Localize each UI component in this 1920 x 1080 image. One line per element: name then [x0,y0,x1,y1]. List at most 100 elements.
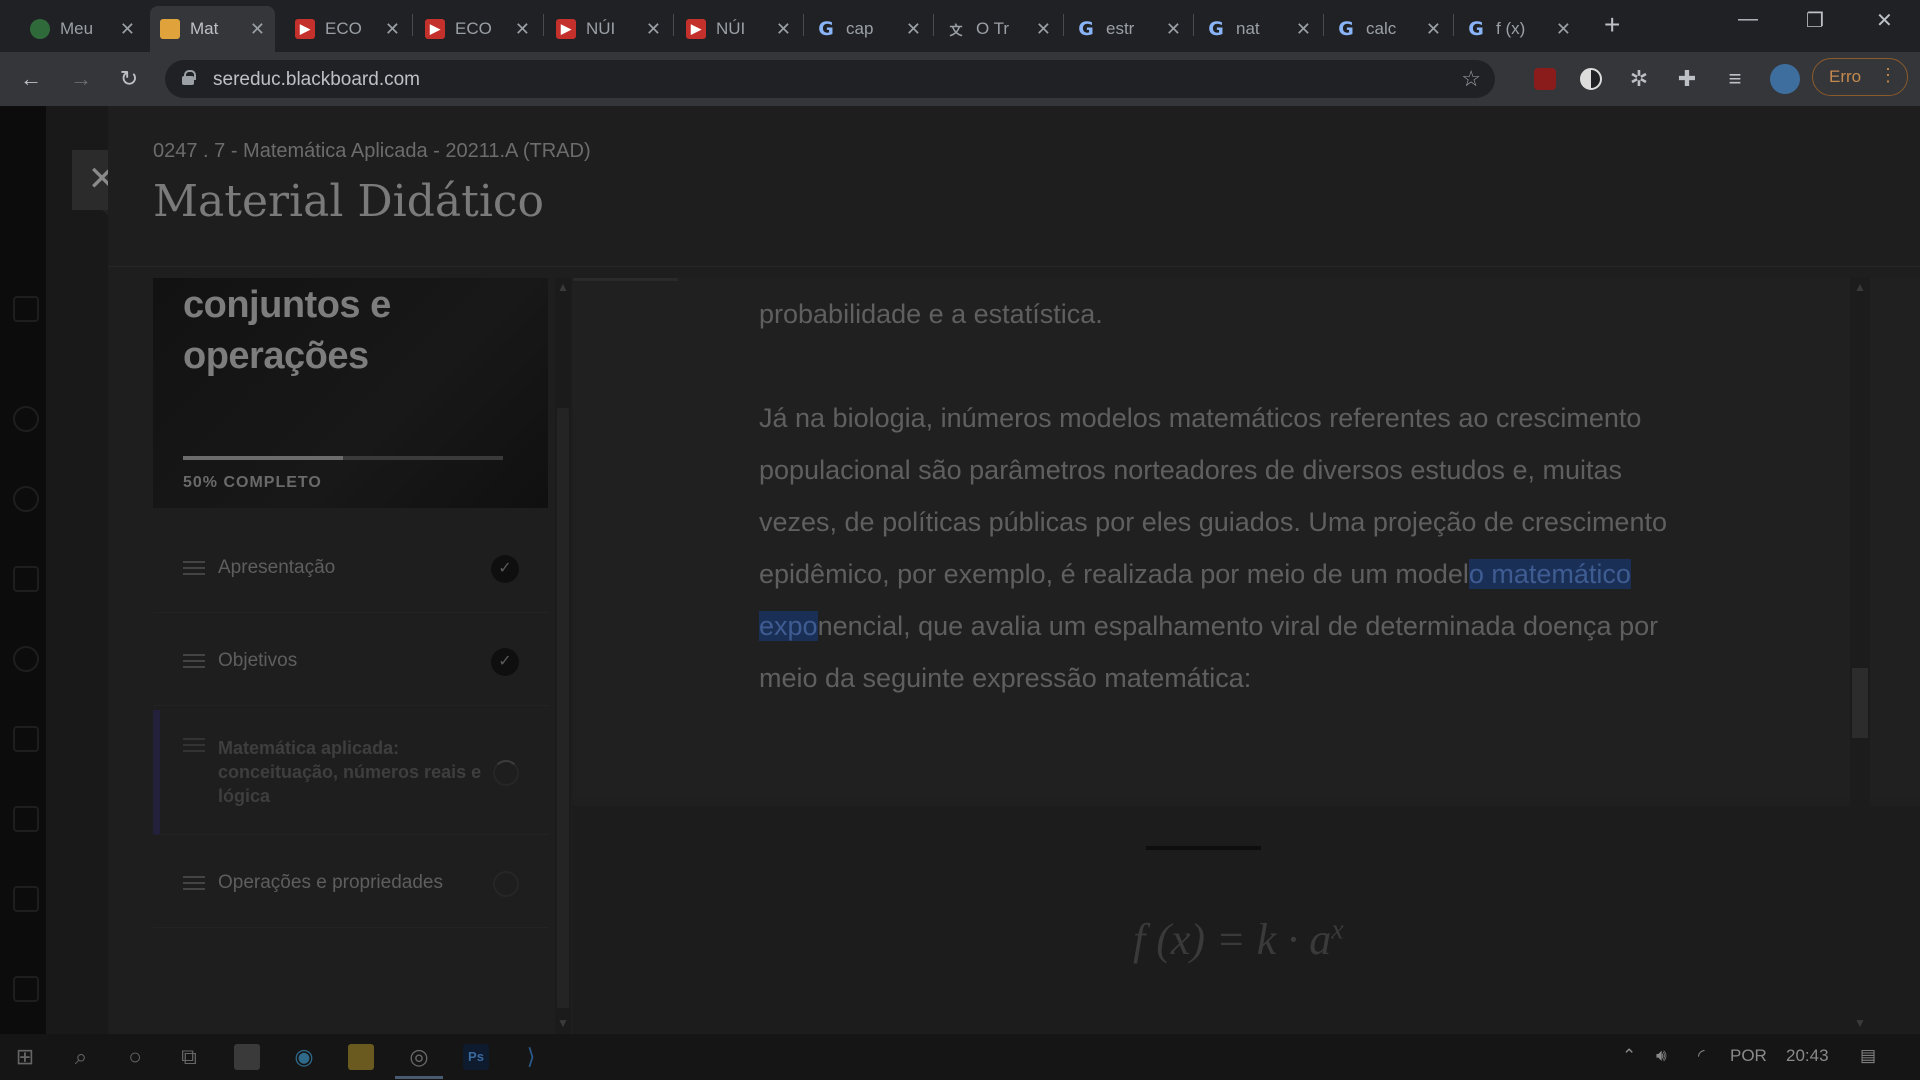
app-icon[interactable] [234,1044,260,1070]
file-explorer-icon[interactable] [348,1044,374,1070]
content-scroll-thumb[interactable] [1852,668,1868,738]
tab-separator [803,14,804,36]
notifications-icon[interactable]: ▤ [1860,1046,1876,1066]
sidebar-scrollbar[interactable]: ▲ ▼ [555,278,571,1034]
new-tab-button[interactable]: + [1604,10,1620,40]
globe-icon[interactable] [13,486,39,512]
check-icon: ✓ [491,648,519,676]
header-divider [108,266,1920,267]
tab-separator [1063,14,1064,36]
close-tab-icon[interactable]: ✕ [120,19,135,40]
overlay-gutter [46,106,108,1034]
url-text: sereduc.blackboard.com [213,69,420,90]
lesson-item[interactable]: Objetivos ✓ [153,616,548,706]
close-tab-icon[interactable]: ✕ [250,19,265,40]
search-icon[interactable]: ⌕ [68,1044,94,1070]
lesson-item-current[interactable]: Matemática aplicada: conceituação, númer… [153,710,548,835]
more-menu-icon[interactable]: ⋮ [1879,65,1897,86]
scroll-up-icon[interactable]: ▲ [557,280,569,294]
shield-extension-icon[interactable] [1534,68,1556,90]
close-tab-icon[interactable]: ✕ [385,19,400,40]
browser-tab[interactable]: 文 O Tr ✕ [936,6,1061,52]
volume-icon[interactable]: 🔊︎ [1656,1046,1667,1066]
lesson-list-icon [183,738,205,754]
close-tab-icon[interactable]: ✕ [1426,19,1441,40]
browser-tab[interactable]: G estr ✕ [1066,6,1191,52]
forward-icon[interactable]: → [68,66,94,92]
google-icon: G [818,18,834,40]
google-icon: G [1078,18,1094,40]
tab-separator [543,14,544,36]
avatar[interactable] [1770,64,1800,94]
lesson-item[interactable]: Operações e propriedades [153,838,548,928]
input-language[interactable]: POR [1730,1046,1767,1066]
browser-tab[interactable]: G nat ✕ [1196,6,1321,52]
translate-icon: 文 [949,22,963,38]
task-view-icon[interactable]: ⧉ [176,1044,202,1070]
close-tab-icon[interactable]: ✕ [1296,19,1311,40]
courses-icon[interactable] [13,566,39,592]
browser-tab[interactable]: G calc ✕ [1326,6,1451,52]
browser-tab[interactable]: ▶ ECO ✕ [415,6,540,52]
lesson-item-label: Matemática aplicada: conceituação, númer… [218,738,482,806]
edge-icon[interactable]: ◉ [291,1044,317,1070]
course-breadcrumb[interactable]: 0247 . 7 - Matemática Aplicada - 20211.A… [153,140,591,163]
tab-separator [1193,14,1194,36]
dark-mode-extension-icon[interactable] [1580,68,1602,90]
browser-tab-active[interactable]: Mat ✕ [150,6,275,52]
edit-icon[interactable] [13,976,39,1002]
close-tab-icon[interactable]: ✕ [646,19,661,40]
tab-separator [933,14,934,36]
tray-overflow-icon[interactable]: ⌃ [1622,1046,1636,1066]
chrome-icon[interactable]: ◎ [406,1044,432,1070]
clock[interactable]: 20:43 [1786,1046,1829,1066]
lesson-list-icon [183,561,205,577]
extension-icon[interactable]: ✲ [1626,66,1652,92]
photoshop-icon[interactable]: Ps [463,1044,489,1070]
address-bar[interactable]: sereduc.blackboard.com ☆ [165,60,1495,98]
grades-icon[interactable] [13,886,39,912]
sidebar-scroll-thumb[interactable] [557,408,569,1008]
profile-error-button[interactable]: Erro ⋮ [1812,58,1908,96]
lesson-item[interactable]: Apresentação ✓ [153,523,548,613]
minimize-icon[interactable]: — [1738,8,1758,31]
close-window-icon[interactable]: ✕ [1876,8,1893,33]
network-icon[interactable]: ◜ [1698,1046,1705,1066]
bookmark-star-icon[interactable]: ☆ [1461,66,1481,92]
close-tab-icon[interactable]: ✕ [1166,19,1181,40]
scroll-down-icon[interactable]: ▼ [1854,1016,1866,1030]
close-tab-icon[interactable]: ✕ [1036,19,1051,40]
check-icon: ✓ [491,555,519,583]
browser-tab[interactable]: ▶ NÚI ✕ [546,6,671,52]
media-queue-icon[interactable]: ≡ [1722,66,1748,92]
close-tab-icon[interactable]: ✕ [906,19,921,40]
profile-icon[interactable] [13,406,39,432]
tab-separator [1453,14,1454,36]
browser-tab[interactable]: G f (x) ✕ [1456,6,1581,52]
browser-tab[interactable]: Meu ✕ [20,6,145,52]
reload-icon[interactable]: ↻ [116,66,142,92]
scroll-up-icon[interactable]: ▲ [1854,280,1866,294]
groups-icon[interactable] [13,646,39,672]
institution-icon[interactable] [13,296,39,322]
close-tab-icon[interactable]: ✕ [1556,19,1571,40]
vscode-icon[interactable]: ⟩ [518,1044,544,1070]
browser-tab[interactable]: G cap ✕ [806,6,931,52]
cortana-icon[interactable]: ○ [122,1044,148,1070]
lesson-item-label: Apresentação [218,557,336,578]
active-app-indicator [395,1076,443,1079]
puzzle-extensions-icon[interactable]: ✚ [1674,66,1700,92]
windows-start-icon[interactable]: ⊞ [12,1044,38,1070]
browser-tab-strip: Meu ✕ Mat ✕ ▶ ECO ✕ ▶ ECO ✕ ▶ NÚI ✕ ▶ NÚ… [0,0,1920,52]
tab-separator [673,14,674,36]
close-tab-icon[interactable]: ✕ [776,19,791,40]
close-tab-icon[interactable]: ✕ [515,19,530,40]
back-icon[interactable]: ← [18,66,44,92]
restore-icon[interactable]: ❐ [1806,8,1824,33]
messages-icon[interactable] [13,806,39,832]
scroll-down-icon[interactable]: ▼ [557,1016,569,1030]
browser-tab[interactable]: ▶ NÚI ✕ [676,6,801,52]
browser-tab[interactable]: ▶ ECO ✕ [285,6,410,52]
content-scrollbar[interactable]: ▲ ▼ [1850,278,1870,1034]
calendar-icon[interactable] [13,726,39,752]
